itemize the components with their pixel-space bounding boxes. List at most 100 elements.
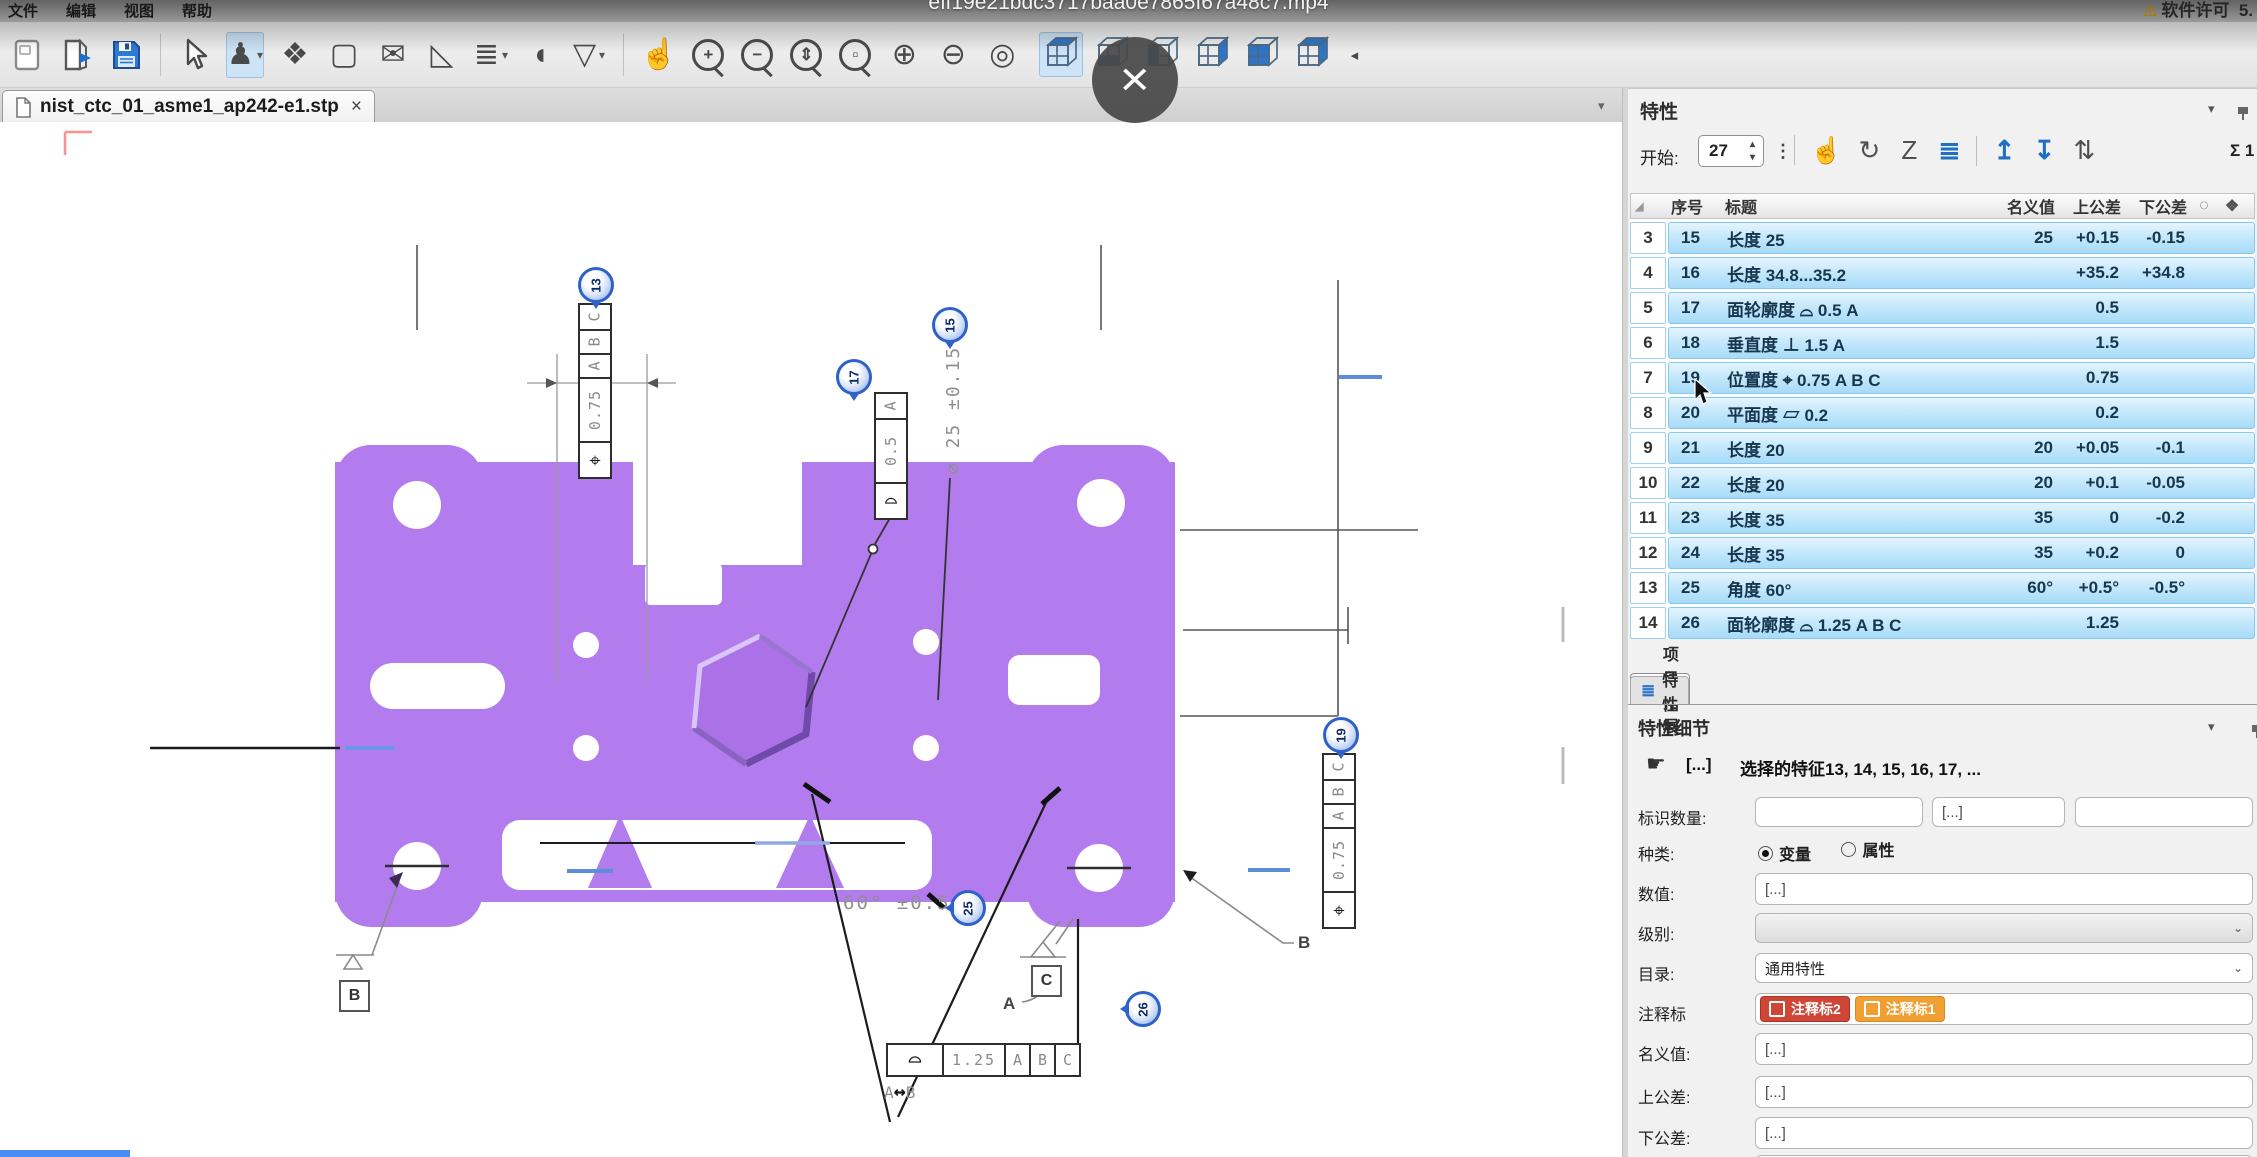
lower-tol-field[interactable]: [...] [1755,1117,2253,1149]
table-row[interactable]: 517面轮廓度 ⌓ 0.5 A0.5 [1630,292,2255,324]
spinner-arrows-icon[interactable]: ▴▾ [1750,138,1755,164]
table-row[interactable]: 1325角度 60°60°+0.5°-0.5° [1630,572,2255,604]
hand-point-icon[interactable]: ☝ [1810,135,1842,166]
table-row[interactable]: 315长度 2525+0.15-0.15 [1630,222,2255,254]
capture-column-icon[interactable]: ◌ [2187,197,2217,215]
plus-circle-icon[interactable]: ⊕ [886,33,922,77]
details-pin-icon[interactable] [2252,725,2257,732]
filter-icon-caret[interactable]: ▾ [599,48,605,62]
balloon-17[interactable]: 17 [836,359,872,395]
table-row[interactable]: 1426面轮廓度 ⌓ 1.25 A B C1.25 [1630,607,2255,639]
document-tab[interactable]: nist_ctc_01_asme1_ap242-e1.stp × [2,90,375,123]
rotate-icon[interactable]: ↻ [1856,135,1882,166]
table-row[interactable]: 921长度 2020+0.05-0.1 [1630,432,2255,464]
chip-checkbox-icon[interactable] [1769,1001,1785,1017]
balloon-15[interactable]: 15 [932,307,968,343]
tab-characteristics[interactable]: ≣ 特性 [1630,676,1689,705]
zoom-selection-icon[interactable]: ◎ [984,33,1020,77]
id-count-field-1[interactable] [1755,797,1923,827]
radio-variable[interactable]: 变量 [1758,841,1811,865]
id-count-field-3[interactable] [2075,797,2253,827]
layers-icon[interactable]: ≣▾ [473,33,509,77]
fcf-profile-17[interactable]: A0.5⌓ [874,392,908,520]
note-tag-chip[interactable]: 注释标2 [1760,996,1850,1022]
drawing-canvas[interactable]: CBA0.75⌖ A0.5⌓ CBA0.75⌖ ⌓1.25ABC A↔B 13 … [0,122,1622,1157]
zoom-in-icon[interactable]: + [690,33,726,77]
view-cube-top-icon[interactable] [1039,32,1083,77]
radio-attribute[interactable]: 属性 [1841,837,1894,861]
details-collapse-icon[interactable]: ▾ [2208,719,2215,735]
sort-updown-icon[interactable]: ⇅ [2071,135,2097,166]
table-header-row[interactable]: ◢ 序号 标题 名义值 上公差 下公差 ◌ ❖ [1630,193,2255,219]
stamp-tool-icon-caret[interactable]: ▾ [257,48,263,62]
chip-checkbox-icon[interactable] [1864,1001,1880,1017]
measure-icon[interactable]: ◺ [424,33,460,77]
toolbar-overflow-icon[interactable]: ◂ [1346,33,1362,77]
balloon-26[interactable]: 26 [1125,991,1161,1027]
table-row[interactable]: 1022长度 2020+0.1-0.05 [1630,467,2255,499]
balloon-13[interactable]: 13 [578,267,614,303]
col-lower[interactable]: 下公差 [2121,194,2187,218]
table-row[interactable]: 1224长度 3535+0.20 [1630,537,2255,569]
col-title[interactable]: 标题 [1721,194,1989,218]
view-cube-right-icon[interactable] [1191,33,1233,76]
comment-icon[interactable]: ✉ [375,33,411,77]
table-row[interactable]: 719位置度 ⌖ 0.75 A B C0.75 [1630,362,2255,394]
z-sort-icon[interactable]: Z [1896,135,1922,166]
col-nominal[interactable]: 名义值 [1989,194,2055,218]
zoom-out-icon[interactable]: − [739,33,775,77]
col-seq[interactable]: 序号 [1667,194,1721,218]
note-tag-chip[interactable]: 注释标1 [1855,996,1945,1022]
fcf-profile-26[interactable]: ⌓1.25ABC [886,1043,1081,1077]
zoom-fit-icon[interactable]: ⇕ [788,33,824,77]
zoom-window-icon[interactable]: ▫ [837,33,873,77]
sort-icon[interactable]: ◢ [1631,200,1667,213]
catalog-dropdown[interactable]: 通用特性⌄ [1755,953,2253,983]
view-cube-backtop-icon[interactable] [1291,33,1333,76]
note-tags-field[interactable]: 注释标2注释标1 [1755,993,2253,1025]
hand-select-icon[interactable]: ☛ [1646,751,1666,777]
new-file-icon[interactable] [10,33,46,77]
datum-a-label[interactable]: A [1003,994,1015,1014]
level-dropdown[interactable]: ⌄ [1755,913,2253,943]
datum-b-right-label[interactable]: B [1298,933,1310,953]
video-close-button[interactable]: × [1092,37,1178,123]
stamp-tool-icon[interactable]: ♟▾ [226,32,264,78]
nominal-field[interactable]: [...] [1755,1033,2253,1065]
balloon-25[interactable]: 25 [950,890,986,926]
datum-b-left[interactable]: B [339,980,370,1012]
pan-hand-icon[interactable]: ☝ [640,33,677,77]
move-top-icon[interactable]: ↥ [1991,135,2017,166]
upper-tol-field[interactable]: [...] [1755,1076,2253,1108]
section-view-icon[interactable]: ◖ [522,33,558,77]
fcf-position-19[interactable]: CBA0.75⌖ [1322,753,1356,929]
move-bottom-icon[interactable]: ↧ [2031,135,2057,166]
panel-menu-icon[interactable]: ▾ [1598,98,1605,114]
table-row[interactable]: 1123长度 35350-0.2 [1630,502,2255,534]
fcf-position-13[interactable]: CBA0.75⌖ [578,303,612,479]
datum-c[interactable]: C [1031,965,1062,997]
tag-column-icon[interactable]: ❖ [2217,196,2243,216]
panel-collapse-icon[interactable]: ▾ [2208,101,2215,117]
tab-close-icon[interactable]: × [351,96,362,118]
list-sort-icon[interactable]: ≣ [1936,135,1962,166]
spinner-menu-icon[interactable]: ⋮ [1774,141,1792,162]
table-row[interactable]: 820平面度 ▱ 0.20.2 [1630,397,2255,429]
open-file-icon[interactable] [59,33,95,77]
select-cursor-icon[interactable] [177,33,213,77]
save-icon[interactable] [108,33,144,77]
panel-pin-icon[interactable] [2238,107,2248,114]
minus-circle-icon[interactable]: ⊖ [935,33,971,77]
section-box-icon[interactable]: ▢ [326,33,362,77]
tag-icon[interactable]: ❖ [277,33,313,77]
id-count-field-2[interactable]: [...] [1932,797,2065,827]
layers-icon-caret[interactable]: ▾ [502,48,508,62]
angle-dimension-text[interactable]: 60° ±0.5 [843,892,951,914]
video-progress-bar[interactable] [0,1150,130,1157]
balloon-19[interactable]: 19 [1323,717,1359,753]
view-cube-front-icon[interactable] [1241,33,1283,76]
table-row[interactable]: 618垂直度 ⊥ 1.5 A1.5 [1630,327,2255,359]
col-upper[interactable]: 上公差 [2055,194,2121,218]
filter-icon[interactable]: ▽▾ [571,33,607,77]
value-field[interactable]: [...] [1755,873,2253,905]
